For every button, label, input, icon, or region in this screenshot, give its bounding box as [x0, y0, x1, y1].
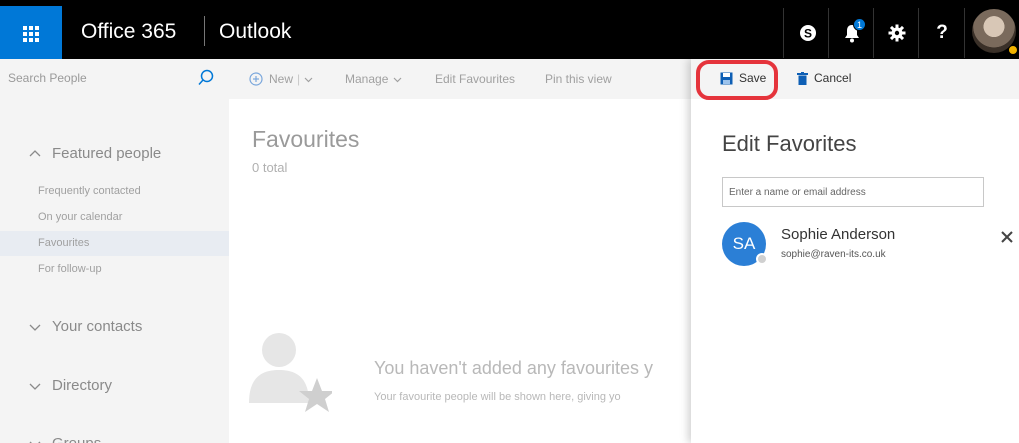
split-separator: |: [297, 72, 301, 86]
header-separator: [783, 8, 784, 58]
section-label: Groups: [52, 435, 101, 443]
manage-label: Manage: [345, 72, 389, 86]
sidebar-item-favourites[interactable]: Favourites: [38, 237, 89, 249]
brand-title[interactable]: Office 365: [81, 20, 176, 44]
section-featured-people[interactable]: Featured people: [28, 145, 161, 162]
empty-state-subtitle: Your favourite people will be shown here…: [374, 391, 621, 403]
command-bar: New | Manage Edit Favourites Pin this vi…: [229, 59, 691, 99]
page-title: Favourites: [252, 126, 360, 152]
chevron-down-icon[interactable]: [304, 75, 313, 84]
add-person-input[interactable]: [722, 177, 984, 207]
new-label: New: [269, 72, 294, 86]
header-separator: [873, 8, 874, 58]
section-groups[interactable]: Groups: [28, 435, 101, 443]
settings-button[interactable]: [877, 6, 917, 59]
trash-icon: [797, 71, 808, 85]
presence-status-dot: [756, 253, 768, 265]
plus-circle-icon: [249, 72, 263, 86]
presence-status-dot: [1008, 45, 1018, 55]
notification-badge: 1: [853, 18, 866, 31]
save-highlight-annotation: [696, 60, 778, 100]
waffle-icon: [23, 25, 39, 42]
search-input[interactable]: Search People: [8, 71, 87, 85]
section-label: Your contacts: [52, 318, 143, 335]
app-launcher-button[interactable]: [0, 6, 62, 61]
header-separator: [918, 8, 919, 58]
app-name[interactable]: Outlook: [219, 20, 291, 44]
people-sidebar: Search People Featured people Frequently…: [0, 59, 229, 443]
section-label: Directory: [52, 377, 113, 394]
person-name: Sophie Anderson: [781, 226, 896, 243]
cancel-label: Cancel: [814, 71, 852, 85]
chevron-up-icon: [29, 149, 41, 156]
empty-state-title: You haven't added any favourites y: [374, 358, 653, 378]
help-button[interactable]: ?: [922, 6, 962, 59]
header-separator: [828, 8, 829, 58]
sidebar-item-frequently-contacted[interactable]: Frequently contacted: [38, 185, 141, 197]
gear-icon: [888, 24, 906, 41]
skype-icon: S: [800, 24, 816, 41]
section-directory[interactable]: Directory: [28, 377, 112, 394]
active-item-background: [0, 231, 229, 256]
manage-button[interactable]: Manage: [345, 72, 402, 86]
sidebar-item-for-follow-up[interactable]: For follow-up: [38, 263, 102, 275]
chevron-down-icon: [393, 77, 402, 82]
section-your-contacts[interactable]: Your contacts: [28, 318, 142, 335]
search-icon[interactable]: [196, 68, 216, 88]
header-separator: [964, 8, 965, 58]
favourites-count: 0 total: [252, 160, 288, 175]
section-label: Featured people: [52, 145, 162, 162]
header-divider: [204, 16, 205, 46]
search-box[interactable]: Search People: [0, 59, 229, 99]
edit-favorites-panel: Save Cancel Edit Favorites SA Sophie And…: [691, 59, 1019, 443]
cancel-button[interactable]: Cancel: [797, 71, 851, 85]
person-email: sophie@raven-its.co.uk: [781, 249, 886, 260]
panel-title: Edit Favorites: [722, 131, 857, 156]
edit-favourites-button[interactable]: Edit Favourites: [435, 72, 515, 86]
notifications-button[interactable]: 1: [832, 6, 872, 59]
skype-button[interactable]: S: [788, 6, 828, 59]
help-icon: ?: [936, 21, 948, 43]
chevron-down-icon: [29, 441, 41, 443]
person-star-icon: [249, 333, 332, 412]
chevron-down-icon: [29, 383, 41, 390]
pin-view-button[interactable]: Pin this view: [545, 72, 612, 86]
svg-text:S: S: [804, 26, 812, 40]
chevron-down-icon: [29, 324, 41, 331]
new-button[interactable]: New |: [249, 72, 313, 86]
sidebar-item-on-your-calendar[interactable]: On your calendar: [38, 211, 122, 223]
close-icon[interactable]: [999, 229, 1015, 245]
